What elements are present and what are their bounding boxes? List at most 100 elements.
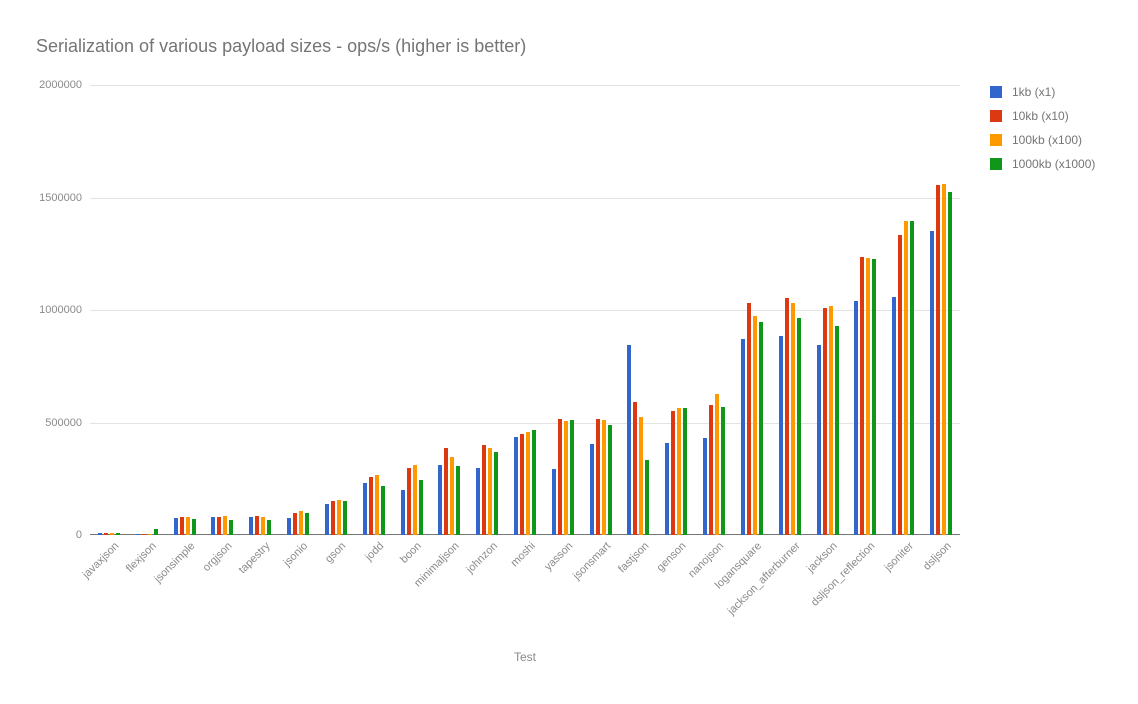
x-tick-label: yasson	[542, 540, 575, 573]
bar	[299, 511, 303, 535]
bar	[797, 318, 801, 535]
bar	[211, 517, 215, 535]
bar	[665, 443, 669, 535]
bar	[154, 529, 158, 535]
bar	[671, 411, 675, 535]
bar	[709, 405, 713, 536]
bar	[904, 221, 908, 535]
x-tick-label: javaxjson	[80, 540, 121, 581]
bar	[948, 192, 952, 535]
bar	[104, 533, 108, 535]
legend: 1kb (x1) 10kb (x10) 100kb (x100) 1000kb (x1…	[990, 85, 1095, 181]
bar	[829, 306, 833, 536]
bar	[526, 432, 530, 536]
bar	[229, 520, 233, 535]
bar	[741, 339, 745, 535]
y-tick-label: 2000000	[39, 79, 90, 91]
bar	[747, 303, 751, 535]
bar	[223, 516, 227, 535]
x-tick-label: genson	[655, 540, 689, 574]
category-group	[703, 85, 725, 535]
legend-item: 1kb (x1)	[990, 85, 1095, 99]
bar	[817, 345, 821, 535]
legend-swatch	[990, 110, 1002, 122]
bar	[683, 408, 687, 535]
bar	[854, 301, 858, 535]
x-tick-label: fastjson	[616, 540, 651, 575]
bar	[381, 486, 385, 536]
category-group	[98, 85, 120, 535]
bar	[779, 336, 783, 535]
bar	[564, 421, 568, 535]
bar	[494, 452, 498, 535]
category-group	[741, 85, 763, 535]
bar	[438, 465, 442, 535]
x-tick-label: jsonio	[282, 540, 311, 569]
chart-title: Serialization of various payload sizes -…	[36, 36, 526, 57]
bar	[305, 513, 309, 536]
bar	[419, 480, 423, 535]
bar	[785, 298, 789, 535]
bar	[98, 533, 102, 535]
category-group	[476, 85, 498, 535]
bar	[249, 517, 253, 535]
category-group	[665, 85, 687, 535]
category-group	[438, 85, 460, 535]
bar	[450, 457, 454, 535]
bar	[514, 437, 518, 535]
bar	[590, 444, 594, 535]
bar	[375, 475, 379, 535]
legend-label: 100kb (x100)	[1012, 133, 1082, 147]
x-tick-label: gson	[323, 540, 348, 565]
bar	[261, 517, 265, 535]
bar	[721, 407, 725, 535]
category-group	[514, 85, 536, 535]
bar	[835, 326, 839, 535]
bar	[482, 445, 486, 535]
bar	[791, 303, 795, 535]
bar	[532, 430, 536, 535]
bar	[287, 518, 291, 535]
category-group	[817, 85, 839, 535]
bar	[488, 448, 492, 535]
bar	[369, 477, 373, 536]
bar	[633, 402, 637, 535]
bar	[142, 534, 146, 535]
bar	[407, 468, 411, 536]
legend-label: 1000kb (x1000)	[1012, 157, 1095, 171]
bar	[910, 221, 914, 535]
bar	[293, 513, 297, 536]
bar	[456, 466, 460, 535]
bar	[255, 516, 259, 535]
bar	[715, 394, 719, 535]
category-group	[552, 85, 574, 535]
category-group	[930, 85, 952, 535]
bar	[759, 322, 763, 535]
bar	[608, 425, 612, 535]
category-group	[363, 85, 385, 535]
category-group	[590, 85, 612, 535]
legend-label: 1kb (x1)	[1012, 85, 1055, 99]
bar	[343, 501, 347, 535]
category-group	[854, 85, 876, 535]
x-tick-label: orgjson	[201, 540, 235, 574]
bar	[703, 438, 707, 535]
category-group	[325, 85, 347, 535]
plot-area: 0500000100000015000002000000	[90, 85, 960, 535]
bar	[677, 408, 681, 535]
legend-swatch	[990, 158, 1002, 170]
legend-item: 1000kb (x1000)	[990, 157, 1095, 171]
bar	[823, 308, 827, 535]
bar	[570, 420, 574, 535]
x-tick-label: tapestry	[237, 540, 273, 576]
bar	[267, 520, 271, 535]
x-axis-labels: javaxjsonflexjsonjsonsimpleorgjsontapest…	[90, 540, 960, 630]
category-group	[211, 85, 233, 535]
legend-label: 10kb (x10)	[1012, 109, 1069, 123]
x-tick-label: jsonsmart	[571, 540, 613, 582]
x-tick-label: flexjson	[124, 540, 159, 575]
category-group	[174, 85, 196, 535]
bar	[627, 345, 631, 535]
y-tick-label: 1500000	[39, 192, 90, 204]
category-group	[136, 85, 158, 535]
